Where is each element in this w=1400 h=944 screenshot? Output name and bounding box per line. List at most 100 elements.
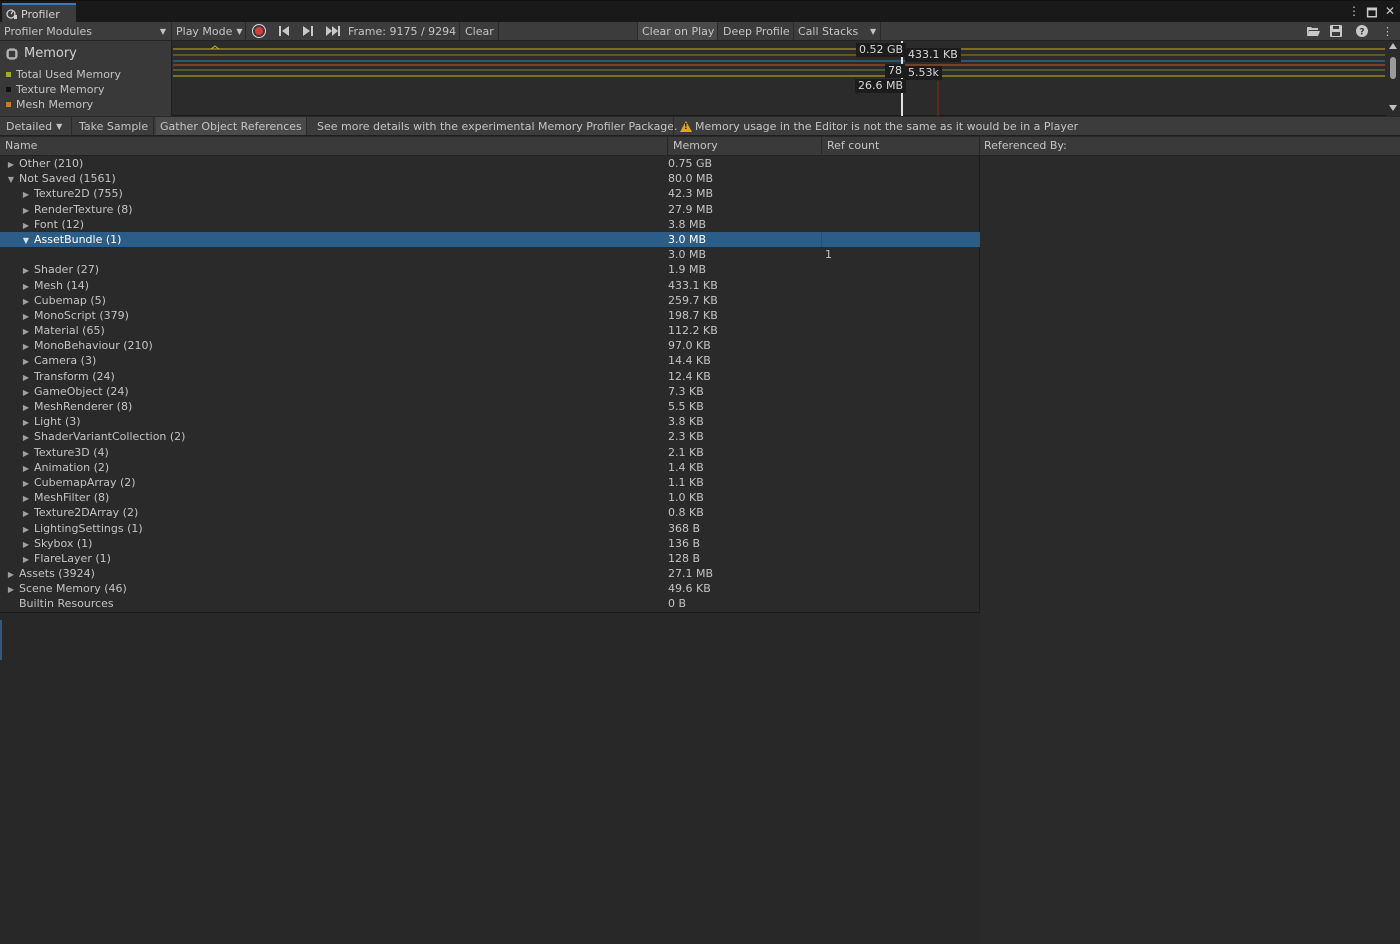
column-header-name[interactable]: Name bbox=[0, 137, 668, 156]
current-frame-button[interactable] bbox=[322, 22, 344, 40]
profiler-modules-dropdown[interactable]: Profiler Modules ▼ bbox=[0, 22, 170, 40]
clear-button[interactable]: Clear bbox=[461, 22, 498, 40]
expand-arrow-icon[interactable]: ▶ bbox=[21, 461, 31, 476]
tree-row[interactable]: ▶ Scene Memory (46) 49.6 KB bbox=[0, 581, 980, 596]
take-sample-button[interactable]: Take Sample bbox=[75, 117, 152, 135]
tree-row[interactable]: ▶ Transform (24) 12.4 KB bbox=[0, 369, 980, 384]
deep-profile-toggle[interactable]: Deep Profile bbox=[719, 22, 794, 40]
expand-arrow-icon[interactable]: ▶ bbox=[21, 506, 31, 521]
expand-arrow-icon[interactable]: ▶ bbox=[21, 354, 31, 369]
expand-arrow-icon[interactable]: ▶ bbox=[21, 491, 31, 506]
tree-row[interactable]: ▶ MonoScript (379) 198.7 KB bbox=[0, 308, 980, 323]
expand-arrow-icon[interactable]: ▶ bbox=[6, 157, 16, 172]
expand-arrow-icon[interactable]: ▶ bbox=[21, 385, 31, 400]
column-header-memory[interactable]: Memory bbox=[668, 137, 822, 156]
tree-row[interactable]: ▶ RenderTexture (8) 27.9 MB bbox=[0, 202, 980, 217]
collapse-arrow-icon[interactable]: ▼ bbox=[6, 172, 16, 187]
tree-cell-memory: 0.8 KB bbox=[668, 506, 704, 520]
tree-cell-name: ▶ Other (210) bbox=[0, 156, 665, 171]
expand-arrow-icon[interactable]: ▶ bbox=[21, 324, 31, 339]
call-stacks-toggle[interactable]: Call Stacks bbox=[794, 22, 862, 40]
texture-memory-value-label: 26.6 MB bbox=[855, 79, 907, 93]
expand-arrow-icon[interactable]: ▶ bbox=[6, 567, 16, 582]
collapse-arrow-icon[interactable]: ▼ bbox=[21, 233, 31, 248]
legend-mesh-memory[interactable]: Mesh Memory bbox=[6, 98, 93, 111]
tree-row[interactable]: ▶ Assets (3924) 27.1 MB bbox=[0, 566, 980, 581]
column-header-ref-count[interactable]: Ref count bbox=[822, 137, 980, 156]
tree-row[interactable]: 3.0 MB 1 bbox=[0, 247, 980, 262]
expand-arrow-icon[interactable]: ▶ bbox=[21, 279, 31, 294]
expand-arrow-icon[interactable]: ▶ bbox=[21, 218, 31, 233]
more-options-button[interactable]: ⋮ bbox=[1378, 22, 1397, 40]
expand-arrow-icon[interactable]: ▶ bbox=[21, 415, 31, 430]
focus-accent bbox=[0, 620, 2, 660]
tree-row[interactable]: ▶ MonoBehaviour (210) 97.0 KB bbox=[0, 338, 980, 353]
help-button[interactable]: ? bbox=[1352, 22, 1372, 40]
tree-row[interactable]: ▶ Font (12) 3.8 MB bbox=[0, 217, 980, 232]
profiler-window-tab[interactable]: Profiler bbox=[2, 3, 76, 23]
legend-label: Texture Memory bbox=[16, 83, 105, 96]
expand-arrow-icon[interactable]: ▶ bbox=[21, 537, 31, 552]
expand-arrow-icon[interactable]: ▶ bbox=[21, 400, 31, 415]
tree-row[interactable]: ▼ AssetBundle (1) 3.0 MB bbox=[0, 231, 980, 248]
tree-row[interactable]: ▶ Mesh (14) 433.1 KB bbox=[0, 278, 980, 293]
tree-row[interactable]: ▶ MeshFilter (8) 1.0 KB bbox=[0, 490, 980, 505]
clear-on-play-toggle[interactable]: Clear on Play bbox=[638, 22, 719, 40]
expand-arrow-icon[interactable]: ▶ bbox=[21, 203, 31, 218]
load-button[interactable] bbox=[1302, 22, 1324, 40]
legend-label: Mesh Memory bbox=[16, 98, 94, 111]
tree-item-label: Material (65) bbox=[34, 324, 105, 338]
legend-texture-memory[interactable]: Texture Memory bbox=[6, 83, 105, 96]
tree-row[interactable]: ▶ CubemapArray (2) 1.1 KB bbox=[0, 475, 980, 490]
tree-cell-ref-count bbox=[821, 551, 979, 566]
expand-arrow-icon[interactable]: ▶ bbox=[21, 187, 31, 202]
expand-arrow-icon[interactable]: ▶ bbox=[6, 582, 16, 597]
tree-row[interactable]: Builtin Resources 0 B bbox=[0, 596, 980, 611]
tree-row[interactable]: ▶ MeshRenderer (8) 5.5 KB bbox=[0, 399, 980, 414]
tree-row[interactable]: ▶ GameObject (24) 7.3 KB bbox=[0, 384, 980, 399]
chart-scrollbar[interactable] bbox=[1386, 41, 1400, 116]
scroll-down-icon[interactable] bbox=[1389, 105, 1397, 111]
expand-arrow-icon[interactable]: ▶ bbox=[21, 370, 31, 385]
tree-row[interactable]: ▶ Material (65) 112.2 KB bbox=[0, 323, 980, 338]
expand-arrow-icon[interactable]: ▶ bbox=[21, 309, 31, 324]
tree-row[interactable]: ▶ LightingSettings (1) 368 B bbox=[0, 521, 980, 536]
previous-frame-button[interactable] bbox=[274, 22, 294, 40]
tree-row[interactable]: ▶ Texture3D (4) 2.1 KB bbox=[0, 445, 980, 460]
expand-arrow-icon[interactable]: ▶ bbox=[21, 430, 31, 445]
next-frame-button[interactable] bbox=[298, 22, 318, 40]
tree-row[interactable]: ▶ Skybox (1) 136 B bbox=[0, 536, 980, 551]
tree-row[interactable]: ▶ Texture2DArray (2) 0.8 KB bbox=[0, 505, 980, 520]
memory-module-panel[interactable]: Memory Total Used Memory Texture Memory … bbox=[0, 41, 172, 116]
scroll-up-icon[interactable] bbox=[1389, 43, 1397, 49]
expand-arrow-icon[interactable]: ▶ bbox=[21, 522, 31, 537]
tree-row[interactable]: ▶ ShaderVariantCollection (2) 2.3 KB bbox=[0, 429, 980, 444]
tree-row[interactable]: ▶ Other (210) 0.75 GB bbox=[0, 156, 980, 171]
tree-item-label: Font (12) bbox=[34, 217, 85, 231]
expand-arrow-icon[interactable]: ▶ bbox=[21, 446, 31, 461]
expand-arrow-icon[interactable]: ▶ bbox=[21, 552, 31, 567]
expand-arrow-icon[interactable]: ▶ bbox=[21, 294, 31, 309]
save-button[interactable] bbox=[1326, 22, 1346, 40]
expand-arrow-icon[interactable]: ▶ bbox=[21, 339, 31, 354]
tree-row[interactable]: ▶ FlareLayer (1) 128 B bbox=[0, 551, 980, 566]
chart-scrollbar-thumb[interactable] bbox=[1390, 57, 1396, 79]
tree-row[interactable]: ▶ Cubemap (5) 259.7 KB bbox=[0, 293, 980, 308]
tree-row[interactable]: ▼ Not Saved (1561) 80.0 MB bbox=[0, 171, 980, 186]
tree-row[interactable]: ▶ Shader (27) 1.9 MB bbox=[0, 262, 980, 277]
memory-graph[interactable] bbox=[173, 41, 1385, 116]
tree-row[interactable]: ▶ Animation (2) 1.4 KB bbox=[0, 460, 980, 475]
tree-row[interactable]: ▶ Light (3) 3.8 KB bbox=[0, 414, 980, 429]
tree-row[interactable]: ▶ Camera (3) 14.4 KB bbox=[0, 353, 980, 368]
call-stacks-dropdown[interactable]: ▼ bbox=[862, 22, 880, 40]
tree-cell-ref-count bbox=[821, 231, 979, 247]
view-mode-dropdown[interactable]: Detailed ▼ bbox=[2, 117, 66, 135]
gather-object-references-toggle[interactable]: Gather Object References bbox=[156, 117, 306, 135]
expand-arrow-icon[interactable]: ▶ bbox=[21, 263, 31, 278]
tree-item-label: Texture3D (4) bbox=[34, 445, 109, 459]
play-mode-dropdown[interactable]: Play Mode ▼ bbox=[172, 22, 247, 40]
legend-total-used-memory[interactable]: Total Used Memory bbox=[6, 68, 121, 81]
record-button[interactable] bbox=[248, 22, 270, 40]
tree-row[interactable]: ▶ Texture2D (755) 42.3 MB bbox=[0, 186, 980, 201]
expand-arrow-icon[interactable]: ▶ bbox=[21, 476, 31, 491]
